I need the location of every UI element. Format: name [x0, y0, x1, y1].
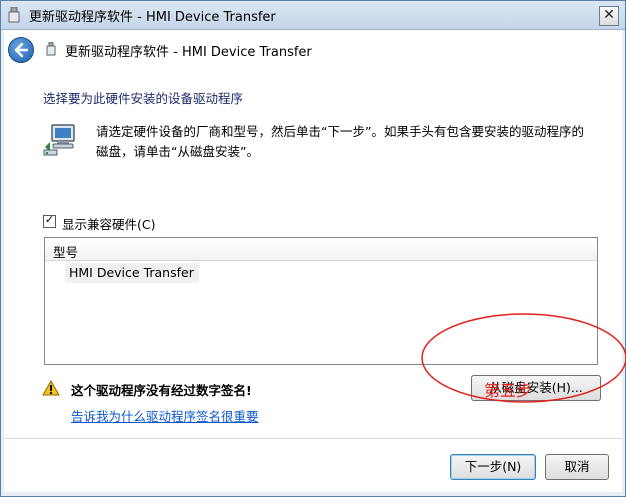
- wizard-content: 更新驱动程序软件 - HMI Device Transfer 选择要为此硬件安装…: [4, 30, 622, 492]
- next-button[interactable]: 下一步(N): [450, 454, 536, 480]
- model-header-label: 型号: [53, 245, 79, 260]
- show-compatible-checkbox[interactable]: ✓: [43, 213, 56, 228]
- cancel-button[interactable]: 取消: [545, 454, 609, 480]
- close-button[interactable]: ✕: [599, 6, 619, 26]
- driver-signing-help-link[interactable]: 告诉我为什么驱动程序签名很重要: [71, 406, 259, 425]
- driver-update-window: 更新驱动程序软件 - HMI Device Transfer ✕ 更新驱动程序软…: [0, 0, 626, 497]
- network-computer-icon: [43, 124, 75, 156]
- usb-device-icon: [46, 42, 56, 56]
- checkmark-icon: ✓: [44, 213, 55, 226]
- back-button[interactable]: [8, 37, 34, 63]
- instructions-text: 请选定硬件设备的厂商和型号，然后单击“下一步”。如果手头有包含要安装的驱动程序的…: [96, 124, 584, 159]
- page-heading: 选择要为此硬件安装的设备驱动程序: [43, 91, 244, 106]
- footer-divider: [4, 438, 622, 439]
- window-title: 更新驱动程序软件 - HMI Device Transfer: [29, 10, 276, 25]
- nav-title: 更新驱动程序软件 - HMI Device Transfer: [65, 45, 312, 60]
- usb-device-icon: [8, 7, 20, 23]
- warning-triangle-icon: [42, 380, 60, 396]
- unsigned-driver-warning: 这个驱动程序没有经过数字签名!: [71, 383, 252, 398]
- model-column-header[interactable]: 型号: [45, 238, 597, 261]
- title-bar: 更新驱动程序软件 - HMI Device Transfer ✕: [1, 1, 625, 30]
- list-item[interactable]: HMI Device Transfer: [65, 263, 199, 283]
- show-compatible-label[interactable]: 显示兼容硬件(C): [62, 214, 155, 233]
- annotation-step-label: 第五步: [484, 381, 533, 400]
- back-arrow-icon: [14, 42, 29, 58]
- nav-row: 更新驱动程序软件 - HMI Device Transfer: [4, 30, 622, 68]
- close-icon: ✕: [603, 7, 615, 23]
